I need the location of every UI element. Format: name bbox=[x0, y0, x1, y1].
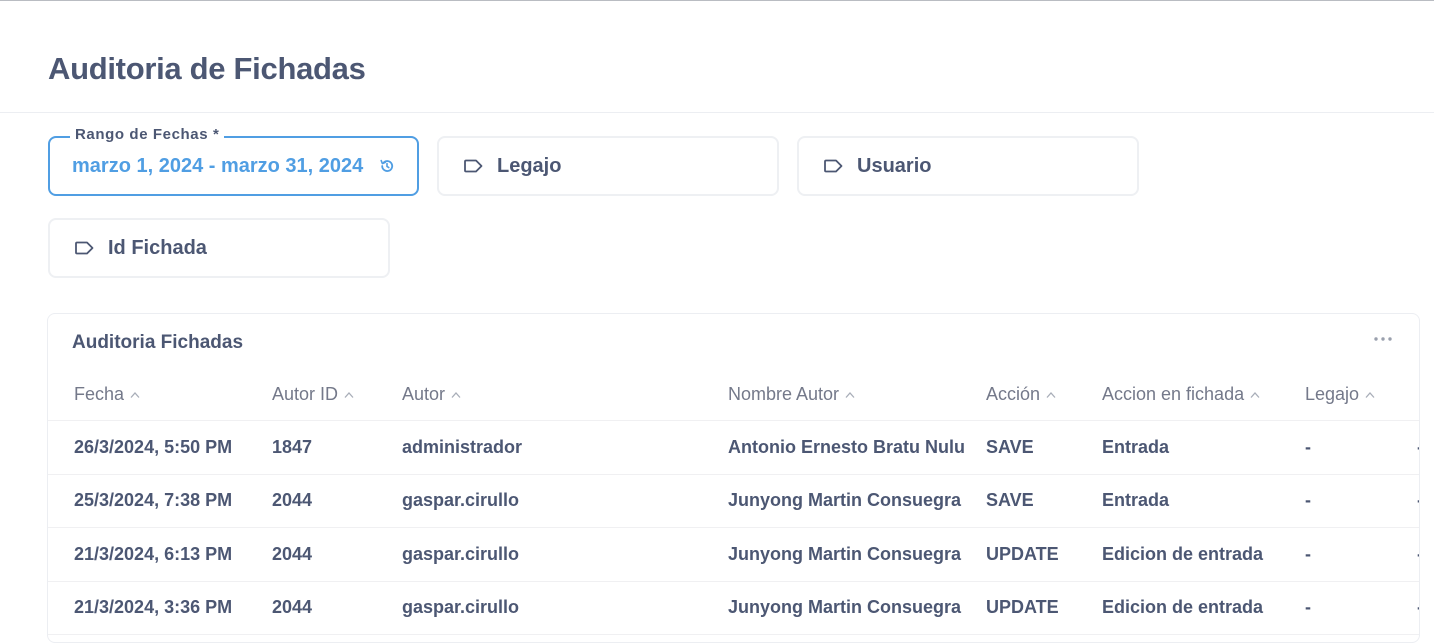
cell-accion: SAVE bbox=[986, 490, 1034, 510]
column-header-label: Legajo bbox=[1305, 384, 1360, 404]
history-icon[interactable] bbox=[379, 158, 395, 174]
cell-legajo: - bbox=[1305, 544, 1311, 564]
column-header-label: Fecha bbox=[74, 384, 125, 404]
cell-overflow: - bbox=[1417, 597, 1419, 618]
cell-overflow: - bbox=[1417, 437, 1419, 458]
column-header-legajo[interactable]: Legajo bbox=[1305, 384, 1375, 405]
cell-autor-id: 1847 bbox=[272, 437, 313, 457]
column-header-label: Autor bbox=[402, 384, 446, 404]
table-header: Fecha Autor ID Autor Nombre Autor Acción… bbox=[48, 366, 1419, 421]
cell-autor: administrador bbox=[402, 437, 523, 457]
cell-overflow: - bbox=[1417, 490, 1419, 511]
cell-accion: SAVE bbox=[986, 437, 1034, 457]
usuario-placeholder: Usuario bbox=[857, 154, 932, 177]
column-header-accion-en-fichada[interactable]: Accion en fichada bbox=[1102, 384, 1260, 405]
column-header-nombre-autor[interactable]: Nombre Autor bbox=[728, 384, 855, 405]
column-header-label: Accion en fichada bbox=[1102, 384, 1245, 404]
cell-accion-en-fichada: Entrada bbox=[1102, 437, 1170, 457]
page-title: Auditoria de Fichadas bbox=[48, 51, 366, 86]
sort-ascending-icon bbox=[1365, 391, 1375, 398]
legajo-filter[interactable]: Legajo bbox=[437, 136, 779, 196]
cell-legajo: - bbox=[1305, 437, 1311, 457]
id-fichada-placeholder: Id Fichada bbox=[108, 236, 207, 259]
cell-autor-id: 2044 bbox=[272, 544, 313, 564]
auditoria-fichadas-card: Auditoria Fichadas Fecha Autor ID Autor … bbox=[47, 313, 1420, 643]
column-header-autor-id[interactable]: Autor ID bbox=[272, 384, 354, 405]
cell-fecha: 21/3/2024, 6:13 PM bbox=[74, 544, 233, 564]
table-row[interactable]: 25/3/2024, 7:38 PM 2044 gaspar.cirullo J… bbox=[48, 474, 1419, 528]
sort-ascending-icon bbox=[1250, 391, 1260, 398]
cell-fecha: 21/3/2024, 3:36 PM bbox=[74, 597, 233, 617]
usuario-filter[interactable]: Usuario bbox=[797, 136, 1139, 196]
tag-icon bbox=[824, 159, 843, 173]
table-row[interactable]: 26/3/2024, 5:50 PM 1847 administrador An… bbox=[48, 421, 1419, 475]
cell-autor: gaspar.cirullo bbox=[402, 544, 520, 564]
column-header-autor[interactable]: Autor bbox=[402, 384, 461, 405]
date-range-label: Rango de Fechas * bbox=[70, 126, 225, 143]
column-header-label: Autor ID bbox=[272, 384, 339, 404]
id-fichada-filter[interactable]: Id Fichada bbox=[48, 218, 390, 278]
cell-legajo: - bbox=[1305, 597, 1311, 617]
cell-legajo: - bbox=[1305, 490, 1311, 510]
table-row[interactable]: 21/3/2024, 3:36 PM 2044 gaspar.cirullo J… bbox=[48, 581, 1419, 635]
sort-ascending-icon bbox=[451, 391, 461, 398]
sort-ascending-icon bbox=[344, 391, 354, 398]
card-title: Auditoria Fichadas bbox=[72, 332, 244, 353]
cell-accion-en-fichada: Edicion de entrada bbox=[1102, 544, 1264, 564]
legajo-placeholder: Legajo bbox=[497, 154, 562, 177]
more-icon[interactable] bbox=[1373, 332, 1393, 346]
column-header-fecha[interactable]: Fecha bbox=[74, 384, 140, 405]
column-header-accion[interactable]: Acción bbox=[986, 384, 1056, 405]
tag-icon bbox=[464, 159, 483, 173]
column-header-label: Acción bbox=[986, 384, 1041, 404]
tag-icon bbox=[75, 241, 94, 255]
cell-nombre-autor: Junyong Martin Consuegra bbox=[728, 597, 962, 617]
sort-ascending-icon bbox=[1046, 391, 1056, 398]
cell-fecha: 26/3/2024, 5:50 PM bbox=[74, 437, 233, 457]
cell-accion: UPDATE bbox=[986, 597, 1059, 617]
page-header: Auditoria de Fichadas bbox=[0, 1, 1434, 113]
cell-autor: gaspar.cirullo bbox=[402, 597, 520, 617]
date-range-value: marzo 1, 2024 - marzo 31, 2024 bbox=[72, 154, 364, 177]
sort-ascending-icon bbox=[130, 391, 140, 398]
sort-ascending-icon bbox=[845, 391, 855, 398]
cell-accion-en-fichada: Edicion de entrada bbox=[1102, 597, 1264, 617]
date-range-filter[interactable]: Rango de Fechas * marzo 1, 2024 - marzo … bbox=[48, 126, 419, 196]
cell-accion: UPDATE bbox=[986, 544, 1059, 564]
cell-autor-id: 2044 bbox=[272, 597, 313, 617]
cell-nombre-autor: Antonio Ernesto Bratu Nulu bbox=[728, 437, 965, 457]
cell-nombre-autor: Junyong Martin Consuegra bbox=[728, 490, 962, 510]
cell-fecha: 25/3/2024, 7:38 PM bbox=[74, 490, 233, 510]
cell-autor: gaspar.cirullo bbox=[402, 490, 520, 510]
cell-accion-en-fichada: Entrada bbox=[1102, 490, 1170, 510]
table-row[interactable]: 21/3/2024, 6:13 PM 2044 gaspar.cirullo J… bbox=[48, 528, 1419, 582]
cell-overflow: - bbox=[1417, 544, 1419, 565]
column-header-label: Nombre Autor bbox=[728, 384, 840, 404]
cell-autor-id: 2044 bbox=[272, 490, 313, 510]
cell-nombre-autor: Junyong Martin Consuegra bbox=[728, 544, 962, 564]
